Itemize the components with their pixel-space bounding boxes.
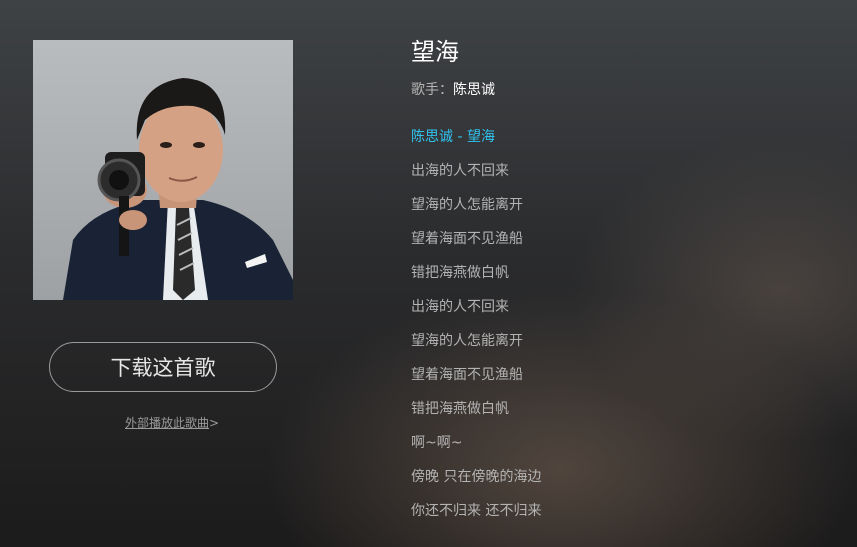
lyric-line: 出海的人不回来: [411, 299, 509, 315]
song-info-panel: 望海 歌手：陈思诚 陈思诚 - 望海 出海的人不回来 望海的人怎能离开 望着海面…: [411, 36, 831, 528]
lyric-line: 望海的人怎能离开: [411, 333, 523, 349]
lyric-line: 傍晚 只在傍晚的海边: [411, 469, 542, 485]
artist-row: 歌手：陈思诚: [411, 80, 831, 100]
external-play-link[interactable]: 外部播放此歌曲: [125, 416, 209, 430]
album-panel: 下载这首歌 外部播放此歌曲>: [33, 40, 293, 430]
lyric-line: 错把海燕做白帆: [411, 265, 509, 281]
lyric-line: 错把海燕做白帆: [411, 401, 509, 417]
album-cover: [33, 40, 293, 300]
lyric-line: 出海的人不回来: [411, 163, 509, 179]
artist-name: 陈思诚: [453, 82, 495, 98]
lyric-line: 你还不归来 还不归来: [411, 503, 542, 519]
lyrics-list: 陈思诚 - 望海 出海的人不回来 望海的人怎能离开 望着海面不见渔船 错把海燕做…: [411, 120, 831, 528]
lyric-line-active: 陈思诚 - 望海: [411, 129, 495, 145]
lyric-line: 啊~啊~: [411, 435, 463, 451]
chevron-right-icon: >: [209, 416, 220, 430]
album-cover-illustration: [63, 78, 293, 300]
download-song-button[interactable]: 下载这首歌: [49, 342, 277, 392]
lyric-line: 望海的人怎能离开: [411, 197, 523, 213]
lyric-line: 望着海面不见渔船: [411, 231, 523, 247]
external-play-link-row: 外部播放此歌曲>: [33, 414, 393, 431]
song-title: 望海: [411, 38, 459, 66]
artist-label: 歌手：: [411, 82, 453, 98]
lyric-line: 望着海面不见渔船: [411, 367, 523, 383]
